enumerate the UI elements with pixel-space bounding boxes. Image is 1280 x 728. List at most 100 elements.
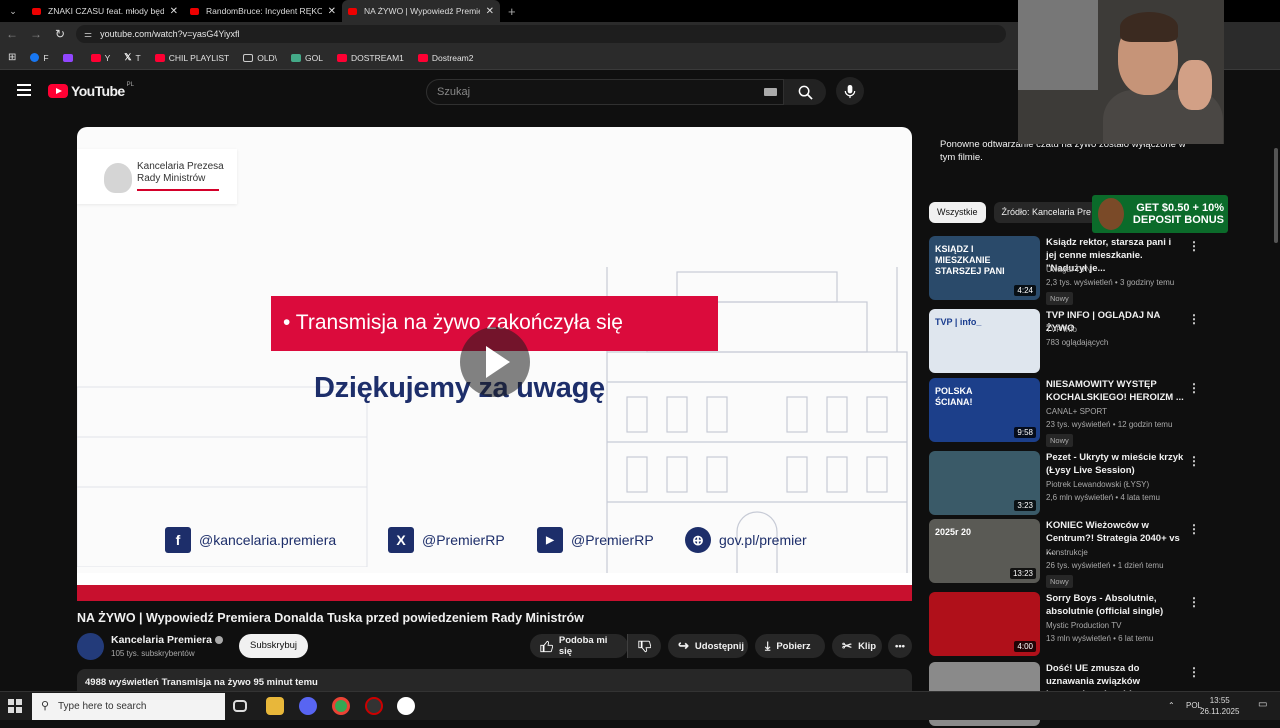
browser-tab[interactable]: RandomBruce: Incydent RĘKO- ✕ [184,0,342,22]
bookmark-y[interactable]: Y [90,53,110,63]
more-vertical-icon[interactable]: ⋮ [1188,522,1200,536]
notification-icon[interactable]: ▭ [1258,699,1267,710]
url-field[interactable]: ⚌ youtube.com/watch?v=yasG4Yiyxfl [76,25,1006,43]
casino-ad-overlay[interactable]: GET $0.50 + 10% DEPOSIT BONUS [1092,195,1228,233]
youtube-favicon-icon [32,7,41,15]
like-button[interactable]: Podoba mi się [530,634,628,658]
video-duration: 9:58 [1014,427,1036,438]
bookmark-chil-playlist[interactable]: CHIL PLAYLIST [154,53,229,63]
browser-tab-active[interactable]: NA ŻYWO | Wypowiedź Premier ✕ [342,0,500,22]
forward-arrow-icon[interactable]: → [24,27,48,41]
taskbar-search-input[interactable]: ⚲ Type here to search [32,693,225,720]
channel-avatar[interactable] [77,633,104,660]
folder-icon [243,53,254,62]
tab-title: RandomBruce: Incydent RĘKO- [206,6,322,16]
recommended-video[interactable]: 2025r 20 13:23 KONIEC Wieżowców w Centrum?… [929,519,1219,588]
windows-taskbar: ⚲ Type here to search ⌃ POL 13:55 26.11.… [0,691,1280,720]
clip-button[interactable]: ✂ Klip [832,634,882,658]
new-badge: Nowy [1046,292,1073,305]
chrome-icon[interactable] [332,697,350,715]
file-explorer-icon[interactable] [266,697,284,715]
task-view-icon[interactable] [233,700,247,712]
footer-strip [77,573,912,585]
youtube-logo[interactable]: YouTube PL [48,82,134,99]
more-vertical-icon[interactable]: ⋮ [1188,454,1200,468]
more-vertical-icon[interactable]: ⋮ [1188,312,1200,326]
channel-name[interactable]: Mystic Production TV [1046,621,1121,630]
tab-search-button[interactable]: ⌄ [0,0,26,22]
channel-name[interactable]: Piotrek Lewandowski (ŁYSY) [1046,480,1149,489]
bookmark-gol[interactable]: GOL [291,53,323,63]
video-thumbnail[interactable]: KSIĄDZ I MIESZKANIE STARSZEJ PANI 4:24 [929,236,1040,300]
recommended-video[interactable]: 4:00 Sorry Boys - Absolutnie, absolutnie … [929,592,1219,658]
video-title[interactable]: Pezet - Ukryty w mieście krzyk (Łysy Liv… [1046,451,1184,477]
more-vertical-icon[interactable]: ⋮ [1188,665,1200,679]
youtube-icon [417,53,428,62]
obs-icon[interactable] [365,697,383,715]
site-info-icon[interactable]: ⚌ [84,29,92,40]
close-tab-icon[interactable]: ✕ [170,6,178,17]
browser-tab[interactable]: ZNAKI CZASU feat. młody będe ✕ [26,0,184,22]
video-title[interactable]: Sorry Boys - Absolutnie, absolutnie (off… [1046,592,1184,618]
subscribe-button[interactable]: Subskrybuj [239,634,308,658]
video-player[interactable]: Kancelaria Prezesa Rady Ministrów • Tran… [77,127,912,601]
recommended-video[interactable]: TVP | info_ TVP INFO | OGLĄDAJ NA ŻYWO TVP… [929,309,1219,375]
youtube-favicon-icon [348,7,357,15]
discord-icon[interactable] [299,697,317,715]
description-box[interactable]: 4988 wyświetleń Transmisja na żywo 95 mi… [77,669,912,691]
hidden-icons-chevron-icon[interactable]: ⌃ [1168,701,1175,710]
reload-icon[interactable]: ↻ [48,27,72,41]
taskbar-clock[interactable]: 13:55 26.11.2025 [1200,695,1239,717]
search-button[interactable] [784,79,826,105]
keyboard-icon[interactable] [764,88,777,96]
bookmark-dostream2[interactable]: Dostream2 [417,53,473,63]
dislike-button[interactable] [627,634,661,658]
close-tab-icon[interactable]: ✕ [328,6,336,17]
more-actions-button[interactable]: ••• [888,634,912,658]
hamburger-menu-icon[interactable] [17,84,31,96]
chip-all[interactable]: Wszystkie [929,202,986,223]
scrollbar-thumb[interactable] [1274,148,1278,243]
channel-name[interactable]: Uwaga! TVN [1046,265,1091,274]
channel-name[interactable]: Kancelaria Premiera [111,634,223,646]
video-title[interactable]: NIESAMOWITY WYSTĘP KOCHALSKIEGO! HEROIZM… [1046,378,1184,404]
globe-icon: ⊕ [685,527,711,553]
more-vertical-icon[interactable]: ⋮ [1188,595,1200,609]
download-button[interactable]: ⤓ Pobierz [755,634,825,658]
page-scrollbar[interactable] [1272,140,1280,691]
windows-start-icon[interactable] [8,699,22,713]
big-play-button[interactable] [460,327,530,397]
download-icon: ⤓ [765,638,771,653]
video-thumbnail[interactable]: 3:23 [929,451,1040,515]
bookmark-t[interactable]: 𝕏T [124,52,140,63]
channel-name[interactable]: TVP Info [1046,325,1077,334]
bookmark-twitch[interactable] [62,53,77,62]
close-tab-icon[interactable]: ✕ [486,6,494,17]
more-vertical-icon[interactable]: ⋮ [1188,239,1200,253]
video-thumbnail[interactable]: POLSKA ŚCIANA! 9:58 [929,378,1040,442]
video-thumbnail[interactable]: TVP | info_ [929,309,1040,373]
app-icon[interactable] [397,697,415,715]
video-meta: 783 oglądających [1046,338,1109,347]
recommended-video[interactable]: KSIĄDZ I MIESZKANIE STARSZEJ PANI 4:24 Ksi… [929,236,1219,305]
chip-source[interactable]: Źródło: Kancelaria Pre [993,202,1100,223]
more-vertical-icon[interactable]: ⋮ [1188,381,1200,395]
bookmark-dostream1[interactable]: DOSTREAM1 [337,53,404,63]
new-tab-button[interactable]: + [508,4,516,19]
recommended-video[interactable]: 3:23 Pezet - Ukryty w mieście krzyk (Łysy… [929,451,1219,517]
video-thumbnail[interactable]: 2025r 20 13:23 [929,519,1040,583]
back-arrow-icon[interactable]: ← [0,27,24,41]
search-input[interactable]: Szukaj [426,79,784,105]
recommended-video[interactable]: POLSKA ŚCIANA! 9:58 NIESAMOWITY WYSTĘP KOC… [929,378,1219,447]
verified-badge-icon [214,636,223,644]
voice-search-button[interactable] [836,77,864,105]
facebook-icon [30,53,40,62]
url-text: youtube.com/watch?v=yasG4Yiyxfl [100,29,240,39]
share-button[interactable]: ↪ Udostępnij [668,634,748,658]
channel-name[interactable]: Konstrukcje [1046,548,1088,557]
bookmark-f[interactable]: F [30,53,49,63]
channel-name[interactable]: CANAL+ SPORT [1046,407,1107,416]
bookmark-old[interactable]: OLD\ [243,53,277,63]
video-thumbnail[interactable]: 4:00 [929,592,1040,656]
apps-grid-icon[interactable]: ⊞ [8,52,16,63]
